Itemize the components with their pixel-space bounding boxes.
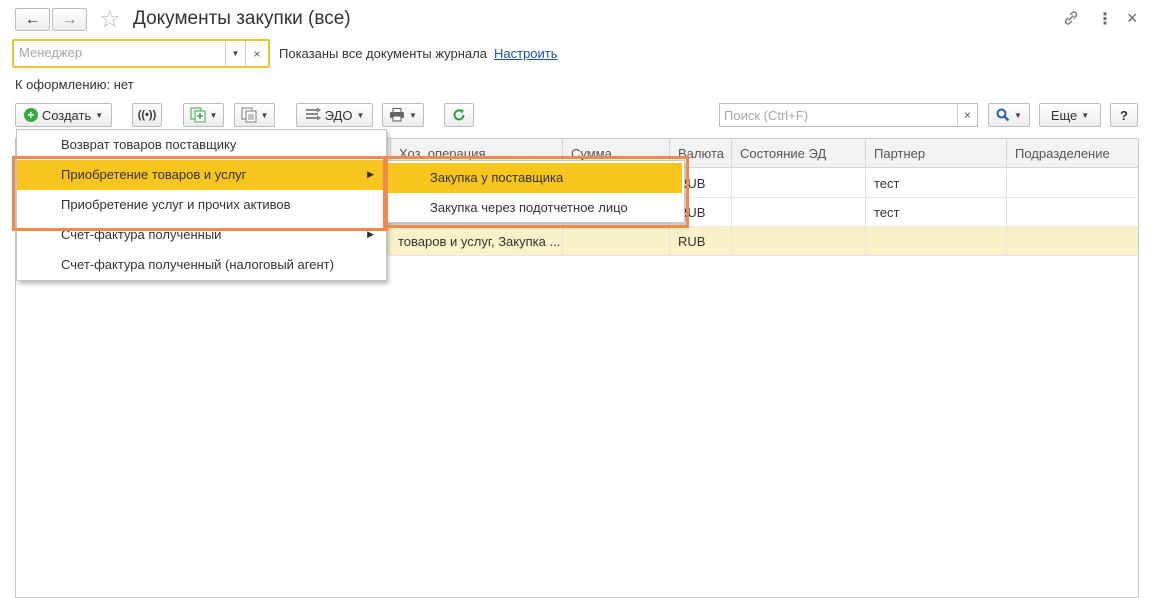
more-button-label: Еще bbox=[1050, 107, 1078, 123]
cell-ed-state bbox=[731, 169, 865, 198]
manager-input[interactable]: Менеджер bbox=[14, 41, 226, 66]
documents-icon bbox=[241, 107, 257, 123]
column-header-ed-state[interactable]: Состояние ЭД bbox=[731, 139, 865, 168]
cell-sum bbox=[562, 227, 669, 256]
chevron-down-icon: ▼ bbox=[1081, 110, 1090, 120]
column-header-partner[interactable]: Партнер bbox=[865, 139, 1006, 168]
search-clear-button[interactable]: × bbox=[957, 104, 977, 126]
create-button-label: Создать bbox=[41, 107, 92, 123]
page-title: Документы закупки (все) bbox=[133, 8, 351, 29]
search-input[interactable]: Поиск (Ctrl+F) bbox=[719, 103, 978, 127]
forward-arrow-icon: → bbox=[61, 10, 78, 28]
print-button[interactable]: ▼ bbox=[382, 103, 424, 127]
cell-division bbox=[1006, 227, 1138, 256]
add-icon: + bbox=[23, 108, 38, 122]
edo-icon bbox=[305, 108, 321, 121]
menu-item-invoice-tax-agent[interactable]: Счет-фактура полученный (налоговый агент… bbox=[17, 250, 386, 280]
cell-operation: товаров и услуг, Закупка ... bbox=[390, 227, 562, 256]
filter-info-text: Показаны все документы журнала bbox=[279, 46, 487, 61]
documents-green-icon bbox=[190, 107, 206, 123]
chevron-down-icon: ▼ bbox=[409, 110, 417, 120]
help-icon: ? bbox=[1120, 107, 1128, 123]
back-arrow-icon: ← bbox=[24, 10, 41, 28]
print-forms-button[interactable]: ▼ bbox=[234, 103, 275, 127]
chevron-down-icon: ▼ bbox=[95, 110, 104, 120]
favorite-star-icon[interactable]: ☆ bbox=[99, 5, 121, 34]
edo-button[interactable]: ЭДО ▼ bbox=[296, 103, 373, 127]
more-button[interactable]: Еще ▼ bbox=[1039, 103, 1101, 127]
cell-ed-state bbox=[731, 198, 865, 227]
manager-dropdown-button[interactable]: ▼ bbox=[226, 41, 246, 66]
search-button[interactable]: ▼ bbox=[988, 103, 1030, 127]
callout-highlight-menu bbox=[12, 156, 388, 231]
forward-button[interactable]: → bbox=[52, 8, 87, 31]
chevron-down-icon: ▼ bbox=[1014, 110, 1022, 120]
cell-currency: RUB bbox=[669, 227, 731, 256]
printer-icon bbox=[390, 108, 405, 122]
cell-partner: тест bbox=[865, 169, 1006, 198]
to-process-status: К оформлению: нет bbox=[15, 77, 134, 92]
help-button[interactable]: ? bbox=[1110, 103, 1138, 127]
documents-create-based-button[interactable]: ▼ bbox=[183, 103, 224, 127]
broadcast-icon: ((•)) bbox=[137, 109, 157, 121]
cell-division bbox=[1006, 198, 1138, 227]
configure-link[interactable]: Настроить bbox=[494, 46, 558, 61]
link-icon[interactable] bbox=[1062, 9, 1080, 27]
close-icon[interactable]: × bbox=[1127, 8, 1138, 29]
menu-item-label: Возврат товаров поставщику bbox=[61, 137, 237, 152]
refresh-icon bbox=[453, 109, 465, 121]
chevron-down-icon: ▼ bbox=[209, 110, 218, 120]
cell-partner bbox=[865, 227, 1006, 256]
menu-item-label: Счет-фактура полученный (налоговый агент… bbox=[61, 257, 334, 272]
cell-division bbox=[1006, 169, 1138, 198]
magnifier-icon bbox=[996, 108, 1010, 122]
broadcast-button[interactable]: ((•)) bbox=[132, 103, 162, 127]
refresh-button[interactable] bbox=[444, 103, 474, 127]
more-options-icon[interactable]: ⋮ bbox=[1097, 9, 1113, 29]
create-button[interactable]: + Создать ▼ bbox=[15, 103, 112, 127]
chevron-down-icon: ▼ bbox=[260, 110, 269, 120]
cell-ed-state bbox=[731, 227, 865, 256]
chevron-down-icon: ▼ bbox=[356, 110, 365, 120]
chevron-down-icon: ▼ bbox=[231, 49, 240, 58]
cell-partner: тест bbox=[865, 198, 1006, 227]
callout-highlight-submenu bbox=[383, 156, 689, 228]
column-header-division[interactable]: Подразделение bbox=[1006, 139, 1138, 168]
back-button[interactable]: ← bbox=[15, 8, 50, 31]
edo-button-label: ЭДО bbox=[324, 107, 353, 123]
manager-clear-button[interactable]: × bbox=[246, 41, 268, 66]
